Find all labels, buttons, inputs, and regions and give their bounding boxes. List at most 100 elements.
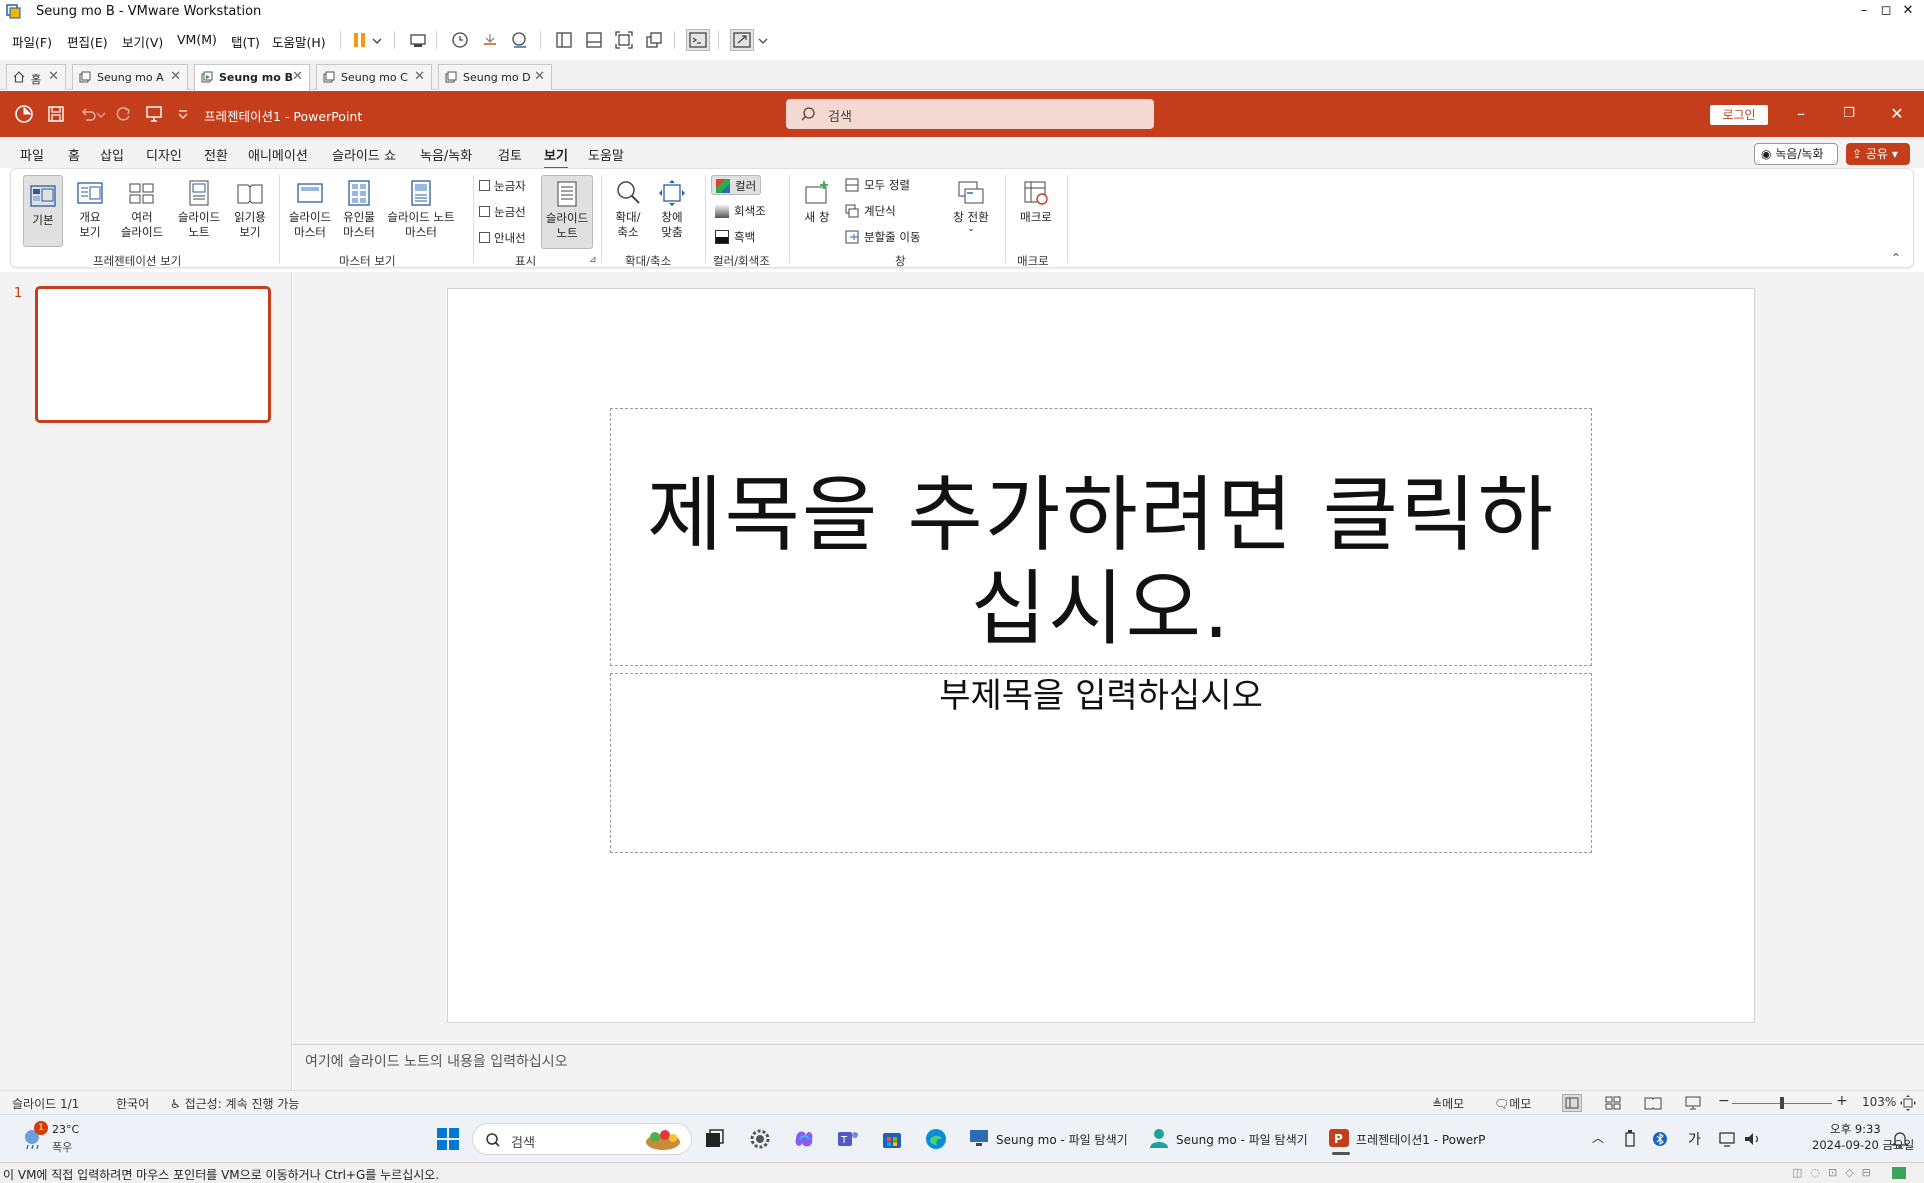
tab-design[interactable]: 디자인 — [146, 145, 182, 164]
close-icon[interactable]: ✕ — [534, 69, 545, 84]
snapshot-manager-icon[interactable] — [510, 30, 530, 50]
move-split-button[interactable]: 분할줄 이동 — [845, 227, 921, 247]
vm-menu-view[interactable]: 보기(V) — [122, 32, 163, 51]
notes-pane[interactable]: 여기에 슬라이드 노트의 내용을 입력하십시오 — [293, 1044, 1924, 1090]
vm-menu-vm[interactable]: VM(M) — [177, 32, 217, 47]
slideshow-status-icon[interactable] — [1684, 1095, 1702, 1111]
taskbar-app-explorer-2[interactable]: Seung mo - 파일 탐색기 — [1144, 1123, 1316, 1155]
slide-sorter-status-icon[interactable] — [1604, 1095, 1622, 1111]
fit-slide-icon[interactable] — [1900, 1095, 1916, 1111]
bluetooth-icon[interactable] — [1652, 1127, 1668, 1151]
teams-icon[interactable]: T — [836, 1127, 860, 1151]
vm-tab-seung-mo-b[interactable]: Seung mo B ✕ — [194, 64, 310, 91]
notes-page-button[interactable]: 슬라이드 노트 — [171, 179, 227, 251]
vm-minimize-button[interactable]: – — [1852, 0, 1876, 24]
redo-icon[interactable] — [114, 104, 134, 124]
windows-start-icon[interactable] — [436, 1127, 460, 1151]
vm-close-button[interactable]: ✕ — [1896, 0, 1920, 24]
macros-button[interactable]: 매크로 — [1011, 179, 1061, 251]
thumbnail-view-icon[interactable] — [584, 30, 604, 50]
guides-checkbox[interactable]: 안내선 — [479, 230, 526, 246]
handout-master-button[interactable]: 유인물 마스터 — [333, 179, 385, 251]
gridlines-checkbox[interactable]: 눈금선 — [479, 204, 526, 220]
vm-device-icons[interactable]: ◫◌⊡◇⊟ — [1792, 1166, 1879, 1179]
powerpoint-search-box[interactable]: 검색 — [786, 99, 1154, 129]
zoom-button[interactable]: 확대/ 축소 — [607, 179, 649, 251]
grayscale-button[interactable]: 회색조 — [715, 201, 766, 221]
tab-insert[interactable]: 삽입 — [100, 145, 124, 164]
vm-tab-home[interactable]: 홈 ✕ — [6, 64, 66, 90]
ruler-checkbox[interactable]: 눈금자 — [479, 178, 526, 194]
send-ctrl-alt-del-icon[interactable] — [408, 30, 428, 50]
switch-windows-button[interactable]: 창 전환 ⌄ — [947, 179, 995, 251]
zoom-level[interactable]: 103% — [1862, 1095, 1896, 1109]
start-slideshow-icon[interactable] — [144, 104, 164, 124]
slide-thumbnail[interactable] — [35, 286, 271, 423]
chevron-down-icon[interactable] — [758, 30, 768, 50]
vm-menu-help[interactable]: 도움말(H) — [272, 32, 326, 51]
notification-bell-icon[interactable] — [1890, 1127, 1910, 1151]
console-view-icon[interactable] — [686, 29, 710, 51]
save-icon[interactable] — [46, 104, 66, 124]
clock-time[interactable]: 오후 9:33 — [1830, 1121, 1881, 1137]
slide-sorter-button[interactable]: 여러 슬라이드 — [115, 179, 169, 251]
cascade-button[interactable]: 계단식 — [845, 201, 896, 221]
arrange-all-button[interactable]: 모두 정렬 — [845, 175, 910, 195]
record-button[interactable]: ◉ 녹음/녹화 — [1754, 143, 1838, 165]
task-view-icon[interactable] — [702, 1127, 726, 1151]
slide-master-button[interactable]: 슬라이드 마스터 — [281, 179, 339, 251]
network-icon[interactable] — [1718, 1127, 1738, 1151]
taskbar-search-box[interactable]: 검색 — [472, 1123, 692, 1155]
reading-view-button[interactable]: 읽기용 보기 — [225, 179, 275, 251]
volume-icon[interactable] — [1742, 1127, 1762, 1151]
share-button[interactable]: ⇪ 공유 ▾ — [1846, 143, 1910, 165]
subtitle-placeholder[interactable]: 부제목을 입력하십시오 — [610, 673, 1592, 853]
black-white-button[interactable]: 흑백 — [715, 227, 755, 247]
dialog-launcher-icon[interactable]: ⊿ — [589, 255, 597, 265]
accessibility-indicator[interactable]: ♿︎ 접근성: 계속 진행 가능 — [170, 1095, 299, 1112]
edge-icon[interactable] — [924, 1127, 948, 1151]
collapse-ribbon-icon[interactable]: ⌃ — [1891, 251, 1901, 265]
close-icon[interactable]: ✕ — [1886, 104, 1908, 126]
vm-menu-edit[interactable]: 편집(E) — [67, 32, 108, 51]
taskbar-app-powerpoint[interactable]: P 프레젠테이션1 - PowerP — [1324, 1123, 1496, 1155]
chevron-up-icon[interactable]: ︿ — [1592, 1129, 1604, 1146]
pause-icon[interactable] — [350, 30, 370, 50]
vm-tab-seung-mo-d[interactable]: Seung mo D ✕ — [438, 64, 552, 90]
zoom-in-button[interactable]: + — [1836, 1093, 1848, 1109]
settings-gear-icon[interactable] — [748, 1127, 772, 1151]
zoom-slider-thumb[interactable] — [1780, 1097, 1784, 1109]
vm-menu-file[interactable]: 파일(F) — [12, 32, 52, 51]
tab-animations[interactable]: 애니메이션 — [248, 145, 308, 164]
notes-master-button[interactable]: 슬라이드 노트 마스터 — [379, 179, 463, 251]
zoom-out-button[interactable]: − — [1718, 1093, 1730, 1109]
store-icon[interactable] — [880, 1127, 904, 1151]
undo-icon[interactable] — [78, 104, 98, 124]
tab-home[interactable]: 홈 — [68, 145, 80, 164]
outline-view-button[interactable]: 개요 보기 — [69, 179, 111, 251]
library-view-icon[interactable] — [554, 30, 574, 50]
comments-status-button[interactable]: 🗨︎메모 — [1494, 1095, 1531, 1112]
reading-view-status-icon[interactable] — [1644, 1095, 1662, 1111]
title-placeholder[interactable]: 제목을 추가하려면 클릭하 십시오. — [610, 408, 1592, 666]
new-window-button[interactable]: 새 창 — [797, 179, 837, 251]
customize-qat-icon[interactable] — [176, 104, 190, 124]
copilot-icon[interactable] — [792, 1127, 816, 1151]
tab-view[interactable]: 보기 — [544, 145, 568, 170]
tab-help[interactable]: 도움말 — [588, 145, 624, 164]
unity-icon[interactable] — [644, 30, 664, 50]
normal-view-status-icon[interactable] — [1562, 1094, 1582, 1112]
weather-widget[interactable]: 1 — [20, 1121, 52, 1153]
vm-tab-seung-mo-a[interactable]: Seung mo A ✕ — [72, 64, 188, 90]
normal-view-button[interactable]: 기본 — [23, 175, 63, 247]
color-mode-button[interactable]: 컬러 — [711, 175, 762, 195]
stretch-guest-icon[interactable] — [730, 29, 754, 51]
vm-status-icon[interactable] — [1892, 1167, 1906, 1179]
tab-record[interactable]: 녹음/녹화 — [420, 145, 472, 164]
language-indicator[interactable]: 한국어 — [116, 1095, 149, 1112]
snapshot-icon[interactable] — [450, 30, 470, 50]
close-icon[interactable]: ✕ — [414, 69, 425, 84]
revert-snapshot-icon[interactable] — [480, 30, 500, 50]
close-icon[interactable]: ✕ — [292, 69, 303, 84]
full-screen-icon[interactable] — [614, 30, 634, 50]
